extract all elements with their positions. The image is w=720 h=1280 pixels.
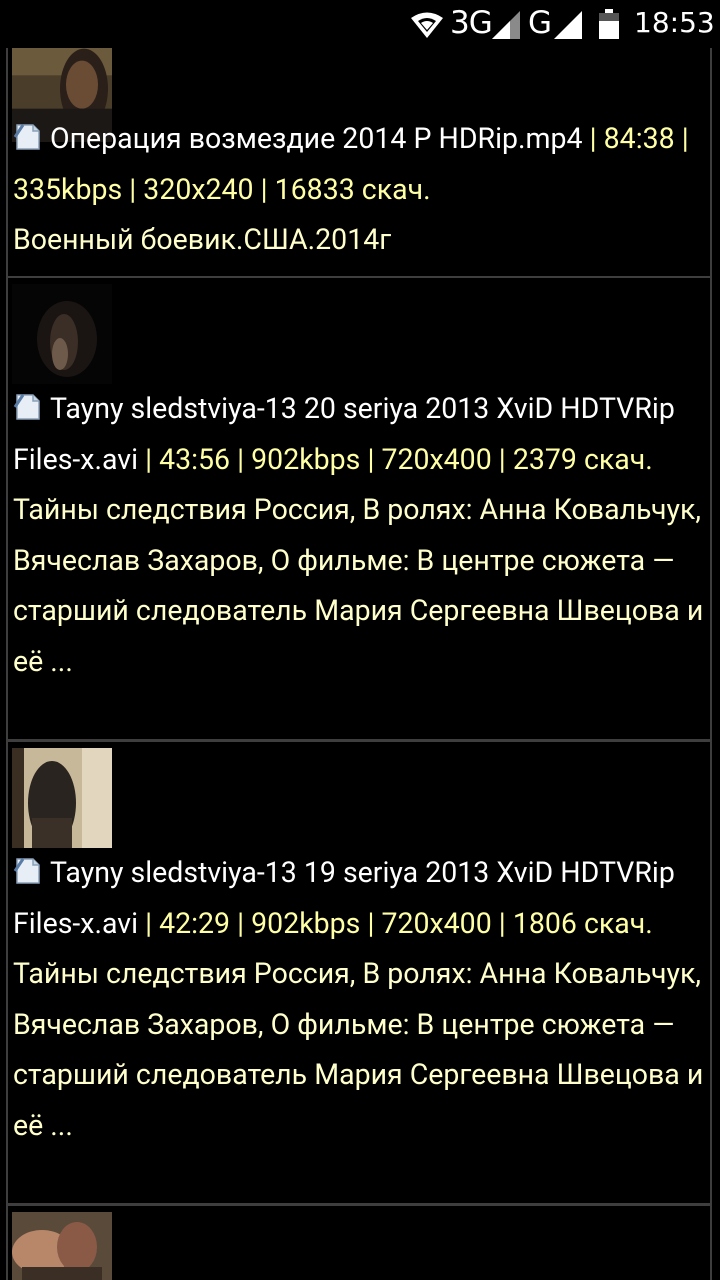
status-bar: 3G G 18:53 <box>0 0 720 48</box>
file-description: Тайны следствия Россия, В ролях: Анна Ко… <box>13 493 704 678</box>
file-icon <box>13 851 43 884</box>
battery-icon <box>599 9 619 39</box>
file-icon <box>13 387 43 420</box>
video-thumbnail[interactable] <box>12 748 112 848</box>
file-link[interactable]: Операция возмездие 2014 P HDRip.mp4 <box>50 122 583 155</box>
wifi-icon <box>411 12 443 38</box>
file-icon <box>13 117 43 150</box>
file-meta: | 43:56 | 902kbps | 720x400 | 2379 скач. <box>138 442 653 476</box>
file-description: Тайны следствия Россия, В ролях: Анна Ко… <box>13 957 704 1142</box>
network-type-label: 3G <box>450 5 493 41</box>
clock: 18:53 <box>634 6 715 39</box>
video-thumbnail[interactable] <box>12 1212 112 1280</box>
list-item[interactable] <box>6 1204 712 1280</box>
file-meta: | 42:29 | 902kbps | 720x400 | 1806 скач. <box>138 906 653 940</box>
file-description: Военный боевик.США.2014г <box>13 223 392 256</box>
signal-strength-icon <box>492 11 520 39</box>
video-thumbnail[interactable] <box>12 284 112 384</box>
signal-strength-icon-2 <box>554 11 582 39</box>
list-item[interactable]: Tayny sledstviya-13 20 seriya 2013 XviD … <box>6 276 712 741</box>
network-type-label-2: G <box>528 5 553 41</box>
list-item[interactable]: Tayny sledstviya-13 19 seriya 2013 XviD … <box>6 740 712 1205</box>
